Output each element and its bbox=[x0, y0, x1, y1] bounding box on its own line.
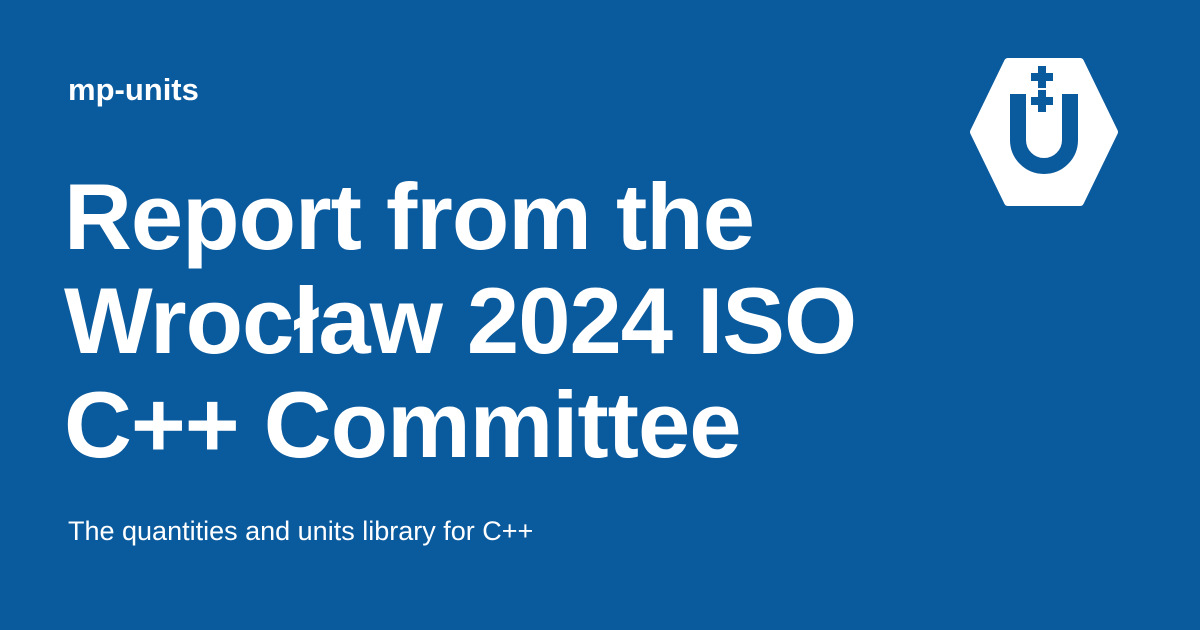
site-name: mp-units bbox=[68, 72, 199, 107]
page-title-line-2: Wrocław 2024 ISO bbox=[64, 268, 857, 373]
social-card: mp-units Report from the Wrocław 2024 IS… bbox=[0, 0, 1200, 630]
page-title: Report from the Wrocław 2024 ISO C++ Com… bbox=[64, 165, 924, 477]
site-description: The quantities and units library for C++ bbox=[68, 516, 534, 546]
page-title-line-3: C++ Committee bbox=[64, 372, 742, 477]
page-title-line-1: Report from the bbox=[64, 164, 755, 269]
mp-units-logo-icon bbox=[970, 58, 1118, 206]
